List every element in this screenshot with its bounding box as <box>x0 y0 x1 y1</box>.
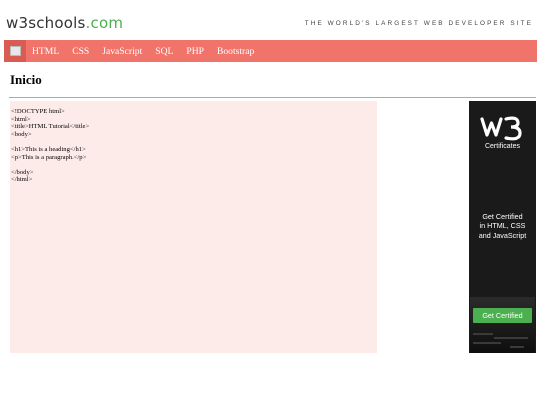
w3-logo-icon <box>480 116 522 141</box>
nav-link-bootstrap[interactable]: Bootstrap <box>217 46 254 57</box>
site-tagline: THE WORLD'S LARGEST WEB DEVELOPER SITE <box>304 20 533 27</box>
ad-image-detail <box>494 337 528 339</box>
ad-headline-line: and JavaScript <box>478 230 527 240</box>
logo-main-text: w3schools <box>6 14 86 32</box>
code-line: <title>HTML Tutorial</title> <box>11 123 90 131</box>
get-certified-button[interactable]: Get Certified <box>473 308 532 323</box>
ad-image-detail <box>510 346 524 348</box>
title-divider <box>9 97 536 98</box>
nav-link-css[interactable]: CSS <box>72 46 89 57</box>
logo-suffix-text: .com <box>85 14 124 32</box>
top-navbar: HTML CSS JavaScript SQL PHP Bootstrap <box>4 40 537 62</box>
site-logo[interactable]: w3schools.com <box>6 14 123 32</box>
nav-links: HTML CSS JavaScript SQL PHP Bootstrap <box>32 40 267 62</box>
code-line: <!DOCTYPE html> <box>11 108 65 115</box>
certificates-ad[interactable]: Certificates Get Certified in HTML, CSS … <box>469 101 536 353</box>
code-line: <body> <box>11 130 32 138</box>
page-title: Inicio <box>10 72 42 87</box>
ad-headline-line: Get Certified <box>482 212 523 221</box>
nav-link-javascript[interactable]: JavaScript <box>102 46 142 57</box>
code-line: </html> <box>11 176 33 184</box>
code-example-box: <!DOCTYPE html> <html> <title>HTML Tutor… <box>10 101 377 353</box>
code-line: <html> <box>11 115 31 123</box>
code-line: </body> <box>11 168 34 176</box>
home-icon <box>9 46 21 56</box>
ad-image-detail <box>473 342 501 344</box>
nav-link-html[interactable]: HTML <box>32 46 59 57</box>
ad-headline: Get Certified in HTML, CSS and JavaScrip… <box>469 212 536 240</box>
code-line: <h1>This is a heading</h1> <box>11 145 86 153</box>
code-line: <p>This is a paragraph.</p> <box>11 153 87 161</box>
nav-link-sql[interactable]: SQL <box>155 46 173 57</box>
ad-laptop-image <box>470 297 535 353</box>
top-header: w3schools.com THE WORLD'S LARGEST WEB DE… <box>0 0 540 40</box>
nav-link-php[interactable]: PHP <box>186 46 204 57</box>
ad-certificates-label: Certificates <box>484 143 520 150</box>
home-button[interactable] <box>4 40 26 62</box>
ad-headline-line: in HTML, CSS <box>479 221 526 231</box>
ad-image-detail <box>473 333 493 335</box>
